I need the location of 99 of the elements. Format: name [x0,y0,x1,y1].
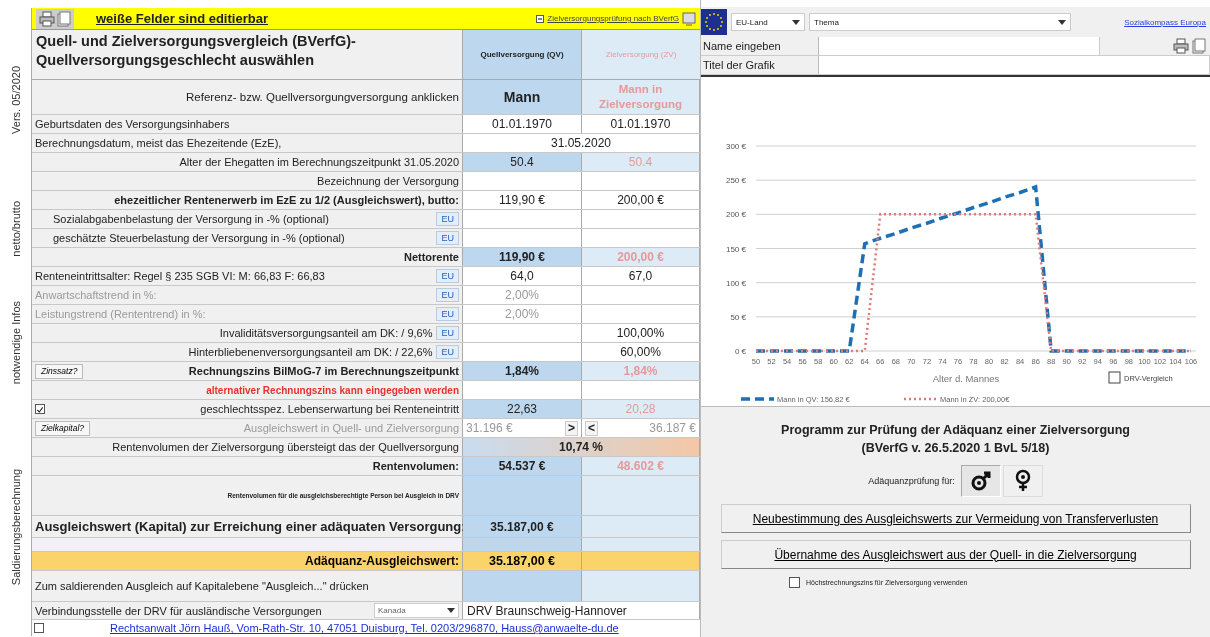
axis-label: 0 € [734,347,746,356]
printer-icon[interactable] [1173,38,1189,54]
document-icon[interactable] [57,10,71,27]
checkbox-label[interactable]: Zielversorgungsprüfung nach BVerfG [547,14,679,23]
row-label: Geburtsdaten des Versorgungsinhabers [35,118,231,130]
row-label: Bezeichnung der Versorgung [316,175,459,187]
row-label: Renteneintrittsalter: Regel § 235 SGB VI: M: 66,83 F: 66,83 [35,270,326,282]
table-cell: 1,84% [463,362,582,380]
table-cell: 10,74 % [463,438,700,456]
sheet-title: Quell- und Zielversorgungsvergleich (BVerfG)- [36,33,357,49]
table-cell: 54.537 € [463,457,582,475]
row-label: Alter der Ehegatten im Berechnungszeitpunkt 31.05.2020 [178,156,459,168]
checkbox[interactable] [35,404,45,414]
minus-icon [537,15,544,22]
axis-label: 200 € [725,210,746,220]
checkbox[interactable] [536,14,545,23]
eu-button[interactable]: EU [436,288,459,302]
panel-title: (BVerfG v. 26.5.2020 1 BvL 5/18) [861,441,1050,455]
cell-value: 36.187 € [649,421,696,435]
column-header: Zielversorgung (ZV) [582,30,700,79]
action-button[interactable]: Zinssatz? [35,363,84,379]
gender-label: Adäquanzprüfung für: [868,476,955,486]
row-label: Anwartschaftstrend in %: [35,289,158,301]
contact-link[interactable]: Rechtsanwalt Jörn Hauß, Vom-Rath-Str. 10, 47051 Duisburg, Tel. 0203/296870, Hauss@anwaelte-du.de [110,622,619,634]
table-cell: 50.4 [582,153,700,171]
female-symbol-icon [1013,469,1032,493]
web-link[interactable]: Sozialkompass Europa [1124,17,1210,27]
axis-label: 150 € [725,244,746,254]
axis-title: Alter d. Mannes [932,373,1000,384]
male-symbol-icon [969,470,992,492]
eu-button[interactable]: EU [436,212,459,226]
action-button[interactable]: Zielkapital? [35,420,90,436]
banner-text: weiße Felder sind editierbar [96,11,268,26]
section-label: notwendige Infos [9,301,22,385]
eu-flag-icon [701,9,727,35]
section-label: netto/brutto [9,201,22,257]
row-label: Ausgleichswert (Kapital) zur Erreichung einer adäquaten Versorgung: [35,519,466,534]
table-cell: 200,00 € [582,248,700,266]
caret-icon [1058,19,1066,25]
eu-button[interactable]: EU [436,231,459,245]
row-label: geschlechtsspez. Lebenserwartung bei Renteneintritt [199,403,459,415]
table-cell: 50.4 [463,153,582,171]
table-cell[interactable]: Mann [463,80,582,114]
row-label: Verbindungsstelle der DRV für ausländische Versorgungen [35,604,323,617]
row-label: Berechnungsdatum, meist das Ehezeitende (EzE), [35,137,283,149]
row-label: Rentenvolumen der Zielversorgung übersteigt das der Quellversorgung [111,441,459,453]
row-label: Ausgleichswert in Quell- und Zielversorgung [242,422,459,434]
compare-sign: > [565,420,578,436]
table-cell: 48.602 € [582,457,700,475]
row-label: Sozialabgabenbelastung der Versorgung in -% (optional) [52,213,330,225]
axis-label: 250 € [725,176,746,186]
row-label: Nettorente [403,251,459,263]
row-label: Adäquanz-Ausgleichswert: [303,554,459,568]
table-cell: 35.187,00 € [463,552,582,570]
checkbox[interactable] [34,623,44,633]
row-label: Referenz- bzw. Quellversorgungversorgung anklicken [185,91,459,103]
eu-button[interactable]: EU [436,307,459,321]
cell-value: 31.196 € [466,421,513,435]
panel-title: Programm zur Prüfung der Adäquanz einer Zielversorgung [781,423,1130,437]
sheet-title: Quellversorgungsgeschlecht auswählen [36,52,315,68]
table-cell: 20,28 [582,400,700,418]
table-cell: 1,84% [582,362,700,380]
table-cell: 22,63 [463,400,582,418]
table-cell: 119,90 € [463,248,582,266]
action-button[interactable]: Übernahme des Ausgleichswert aus der Quell- in die Zielversorgung [720,540,1191,569]
row-label: Hinterbliebenenversorgungsanteil am DK: / 22,6% [187,346,433,358]
row-label: Invaliditätsversorgungsanteil am DK: / 9,6% [218,327,433,339]
axis-label: 50 € [730,312,746,322]
field-label: Titel der Grafik [701,56,819,74]
row-label: alternativer Rechnungszins kann eingegeben werden [205,384,459,396]
topic-dropdown[interactable]: Thema [809,13,1071,31]
field-label: Name eingeben [701,37,819,55]
axis-label: 100 € [725,278,746,288]
axis-label: 300 € [725,142,746,151]
section-label: Vers. 05/2020 [9,65,22,134]
row-label: Zum saldierenden Ausgleich auf Kapitalebene "Ausgleich..." drücken [35,580,370,592]
row-label: Rechnungszins BilMoG-7 im Berechnungszeitpunkt [187,365,459,377]
table-cell: 35.187,00 € [463,516,582,537]
row-label: geschätzte Steuerbelastung der Versorgung in -% (optional) [52,232,346,244]
eu-button[interactable]: EU [436,269,459,283]
eu-button[interactable]: EU [436,345,459,359]
caret-icon [792,19,800,25]
compare-sign: < [585,420,598,436]
country-dropdown[interactable]: Kanada [374,603,459,618]
gender-button[interactable] [960,465,1001,497]
row-label: Rentenvolumen: [371,460,459,472]
checkbox[interactable] [789,577,800,588]
section-label: Saldierungsberechnung [9,469,22,586]
row-label: Leistungstrend (Rententrend) in %: [35,308,207,320]
checkbox[interactable] [1108,371,1121,384]
eu-button[interactable]: EU [436,326,459,340]
column-header: Quellversorgung (QV) [463,30,582,79]
check-icon [36,405,44,415]
region-dropdown[interactable]: EU-Land [731,13,805,31]
row-label: ehezeitlicher Rentenerwerb im EzE zu 1/2 (Ausgleichswert), butto: [113,194,459,206]
action-button[interactable]: Neubestimmung des Ausgleichswerts zur Vermeidung von Transferverlusten [720,504,1191,533]
printer-icon[interactable] [39,10,55,27]
caret-icon [447,608,455,613]
document-icon[interactable] [1192,38,1206,54]
